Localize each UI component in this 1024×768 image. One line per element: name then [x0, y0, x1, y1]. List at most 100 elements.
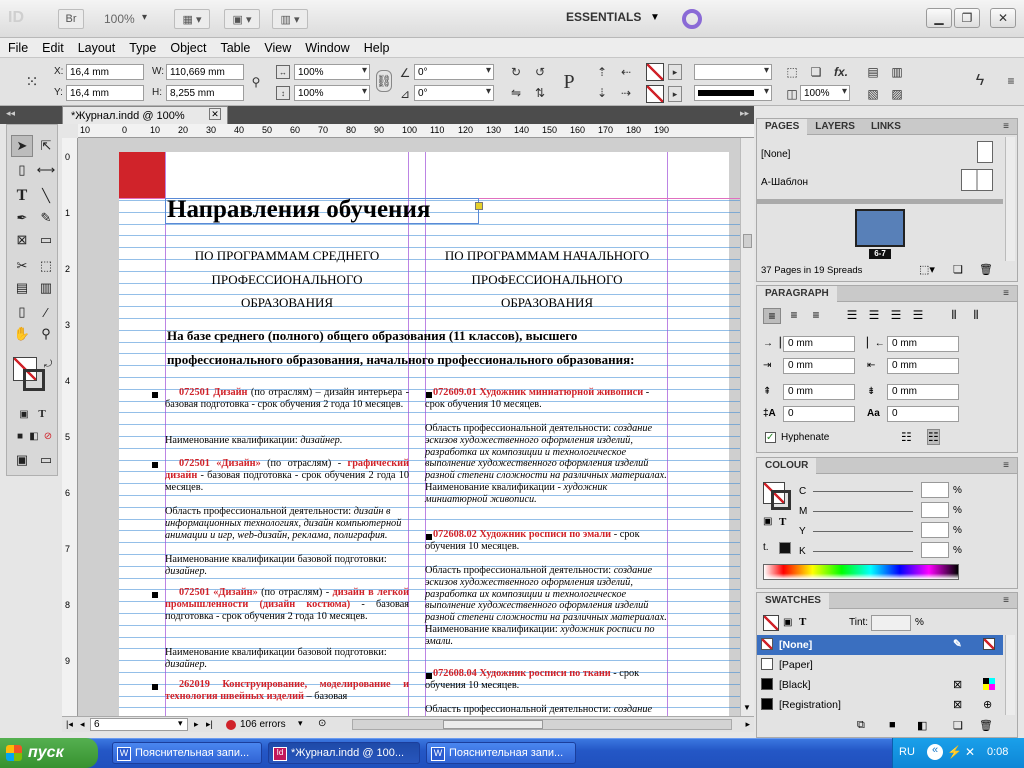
rotate-cw-icon[interactable]: ↻ [508, 64, 524, 80]
note-tool-icon[interactable]: ▯ [11, 301, 33, 323]
screen-mode-button[interactable]: ▣ ▾ [224, 9, 260, 29]
panel-divider[interactable] [757, 199, 1003, 204]
slider-k[interactable] [813, 551, 913, 552]
free-transform-tool-icon[interactable]: ⬚ [35, 255, 57, 277]
open-document-icon[interactable]: ⊙ [318, 718, 326, 729]
align-left-icon[interactable]: ≡ [763, 308, 781, 324]
space-after-field[interactable]: 0 mm [887, 384, 959, 400]
rectangle-frame-tool-icon[interactable]: ⊠ [11, 229, 33, 251]
direct-selection-tool-icon[interactable]: ⇱ [35, 135, 57, 157]
text-wrap-jump-icon[interactable]: ▨ [888, 86, 906, 102]
colour-container-icon[interactable]: ▣ [763, 516, 772, 527]
right-item[interactable]: Наименование квалификации - художник мин… [425, 482, 669, 506]
drop-shadow-icon[interactable]: ❏ [808, 64, 824, 80]
swatch-text-icon[interactable]: T [799, 616, 806, 628]
expand-panels-icon[interactable]: ▸▸ [740, 108, 749, 119]
line-tool-icon[interactable]: ╲ [35, 185, 57, 207]
right-item[interactable]: Область профессиональной деятельности: с… [425, 565, 669, 624]
swatch-fill-icon[interactable] [763, 615, 779, 631]
first-line-indent-field[interactable]: 0 mm [783, 358, 855, 374]
colour-black-swatch[interactable] [779, 542, 791, 554]
slider-y[interactable] [813, 531, 913, 532]
align-away-spine-icon[interactable]: ⫴ [967, 308, 985, 324]
left-item[interactable]: Наименование квалификации базовой подгот… [165, 554, 409, 578]
next-page-icon[interactable]: ▸ [194, 719, 199, 730]
page-tool-icon[interactable]: ▯ [11, 159, 33, 181]
close-tab-icon[interactable]: ✕ [209, 108, 221, 120]
tab-swatches[interactable]: SWATCHES [757, 592, 829, 609]
new-swatch-icon[interactable]: ❏ [953, 719, 963, 732]
new-page-icon[interactable]: ❏ [953, 263, 963, 276]
restore-button[interactable]: ❐ [954, 8, 980, 28]
stroke-none-icon[interactable] [646, 85, 664, 103]
left-item[interactable]: Наименование квалификации базовой подгот… [165, 647, 409, 671]
channel-k-field[interactable] [921, 542, 949, 558]
type-tool-icon[interactable]: T [11, 185, 33, 207]
menu-type[interactable]: Type [129, 41, 156, 55]
left-item[interactable]: Область профессиональной деятельности: д… [165, 506, 409, 541]
fill-arrow-icon[interactable]: ▸ [668, 64, 682, 80]
shear-field[interactable]: 0° [414, 85, 494, 101]
workspace-switcher[interactable]: ESSENTIALS [566, 10, 641, 24]
right-item[interactable]: Область профессиональной деятельности: с… [425, 423, 669, 482]
colour-panel-menu-icon[interactable]: ≡ [995, 458, 1017, 474]
taskbar-word-window-2[interactable]: W Пояснительная запи... [426, 742, 576, 764]
delete-page-icon[interactable]: 🗑 [979, 263, 993, 276]
master-a-thumb[interactable] [961, 169, 993, 191]
document-tab[interactable]: *Журнал.indd @ 100% ✕ [62, 106, 228, 124]
slider-c[interactable] [813, 491, 913, 492]
left-indent-field[interactable]: 0 mm [783, 336, 855, 352]
pasteboard[interactable]: Направления обучения ПО ПРОГРАММАМ СРЕДН… [78, 138, 740, 716]
left-item[interactable]: 072501 «Дизайн» (по отраслям) - графичес… [165, 458, 409, 493]
horizontal-scrollbar[interactable] [352, 719, 732, 730]
align-center-icon[interactable]: ≡ [785, 308, 803, 324]
first-page-icon[interactable]: |◂ [66, 719, 73, 730]
view-options-button[interactable]: ▦ ▾ [174, 9, 210, 29]
justify-all-icon[interactable]: ☰ [909, 308, 927, 324]
rotate-ccw-icon[interactable]: ↺ [532, 64, 548, 80]
taskbar-word-window-1[interactable]: W Пояснительная запи... [112, 742, 262, 764]
select-next-icon[interactable]: ⇢ [618, 85, 634, 101]
swatches-panel-menu-icon[interactable]: ≡ [995, 593, 1017, 609]
last-line-indent-field[interactable]: 0 mm [887, 358, 959, 374]
selection-tool-icon[interactable]: ➤ [11, 135, 33, 157]
vertical-scroll-thumb[interactable] [743, 234, 752, 248]
align-right-icon[interactable]: ≡ [807, 308, 825, 324]
left-item[interactable]: 072501 Дизайн (по отраслям) – дизайн инт… [165, 387, 409, 411]
vertical-scrollbar[interactable]: ▼ [740, 138, 754, 716]
colour-text-icon[interactable]: T [779, 516, 786, 528]
eyedropper-tool-icon[interactable]: ⁄ [35, 301, 57, 323]
minimize-button[interactable]: ▁ [926, 8, 952, 28]
colour-spectrum[interactable] [763, 564, 959, 580]
scroll-right-icon[interactable]: ▸ [745, 719, 750, 730]
network-icon[interactable]: ⚡ [947, 745, 962, 759]
select-container-icon[interactable]: ⇡ [594, 64, 610, 80]
none-master-thumb[interactable] [977, 141, 993, 163]
zoom-level[interactable]: 100% [104, 12, 135, 26]
justify-left-icon[interactable]: ☰ [843, 308, 861, 324]
channel-c-field[interactable] [921, 482, 949, 498]
hyphenate-checkbox[interactable]: ✓ [765, 432, 776, 443]
grid-align-icon[interactable]: ☷ [927, 429, 940, 445]
gradient-feather-tool-icon[interactable]: ▥ [35, 277, 57, 299]
menu-layout[interactable]: Layout [78, 41, 116, 55]
stroke-weight-field[interactable] [694, 64, 772, 80]
x-field[interactable]: 16,4 mm [66, 64, 144, 80]
page-title[interactable]: Направления обучения [167, 196, 430, 224]
control-panel-menu-icon[interactable]: ≡ [1004, 70, 1018, 92]
menu-help[interactable]: Help [364, 41, 390, 55]
effects-fx-icon[interactable]: fx. [832, 64, 850, 80]
tab-paragraph[interactable]: PARAGRAPH [757, 285, 837, 302]
spread-thumb[interactable] [855, 209, 905, 247]
width-field[interactable]: 110,669 mm [166, 64, 244, 80]
volume-icon[interactable]: ✕ [965, 745, 975, 759]
red-corner-block[interactable] [119, 152, 165, 198]
preflight-status[interactable]: 106 errors [240, 719, 286, 730]
tab-links[interactable]: LINKS [863, 119, 909, 135]
paragraph-panel-menu-icon[interactable]: ≡ [995, 286, 1017, 302]
pen-tool-icon[interactable]: ✒ [11, 207, 33, 229]
slider-m[interactable] [813, 511, 913, 512]
swatch-none-row[interactable]: [None] ✎ [757, 635, 1003, 655]
col2-heading[interactable]: ПО ПРОГРАММАМ НАЧАЛЬНОГО ПРОФЕССИОНАЛЬНО… [425, 244, 669, 315]
fill-none-icon[interactable] [646, 63, 664, 81]
